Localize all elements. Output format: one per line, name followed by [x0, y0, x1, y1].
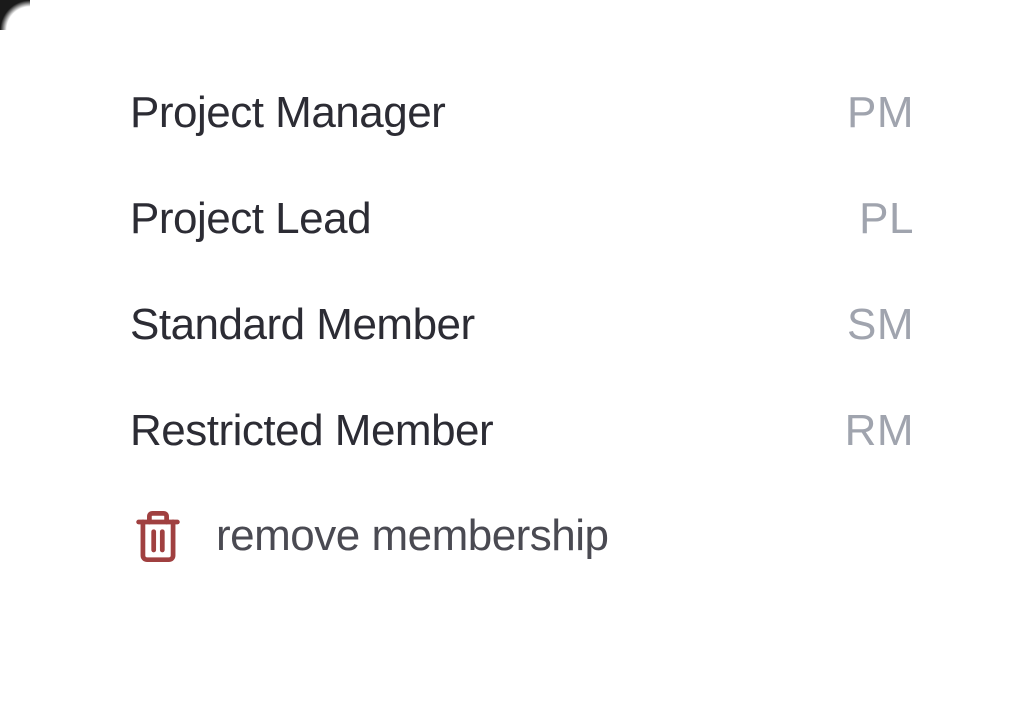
role-label: Restricted Member	[130, 406, 493, 456]
remove-membership-label: remove membership	[216, 511, 609, 561]
role-item-standard-member[interactable]: Standard Member SM	[130, 272, 914, 378]
role-item-restricted-member[interactable]: Restricted Member RM	[130, 378, 914, 484]
role-menu: Project Manager PM Project Lead PL Stand…	[0, 0, 1024, 604]
role-item-project-manager[interactable]: Project Manager PM	[130, 60, 914, 166]
role-abbrev: RM	[845, 406, 914, 456]
role-item-project-lead[interactable]: Project Lead PL	[130, 166, 914, 272]
trash-icon	[130, 508, 186, 564]
role-label: Standard Member	[130, 300, 475, 350]
remove-membership-button[interactable]: remove membership	[130, 484, 914, 564]
window-corner-decoration	[0, 0, 30, 30]
role-label: Project Manager	[130, 88, 445, 138]
role-abbrev: PL	[859, 194, 914, 244]
role-abbrev: SM	[847, 300, 914, 350]
role-label: Project Lead	[130, 194, 371, 244]
role-abbrev: PM	[847, 88, 914, 138]
